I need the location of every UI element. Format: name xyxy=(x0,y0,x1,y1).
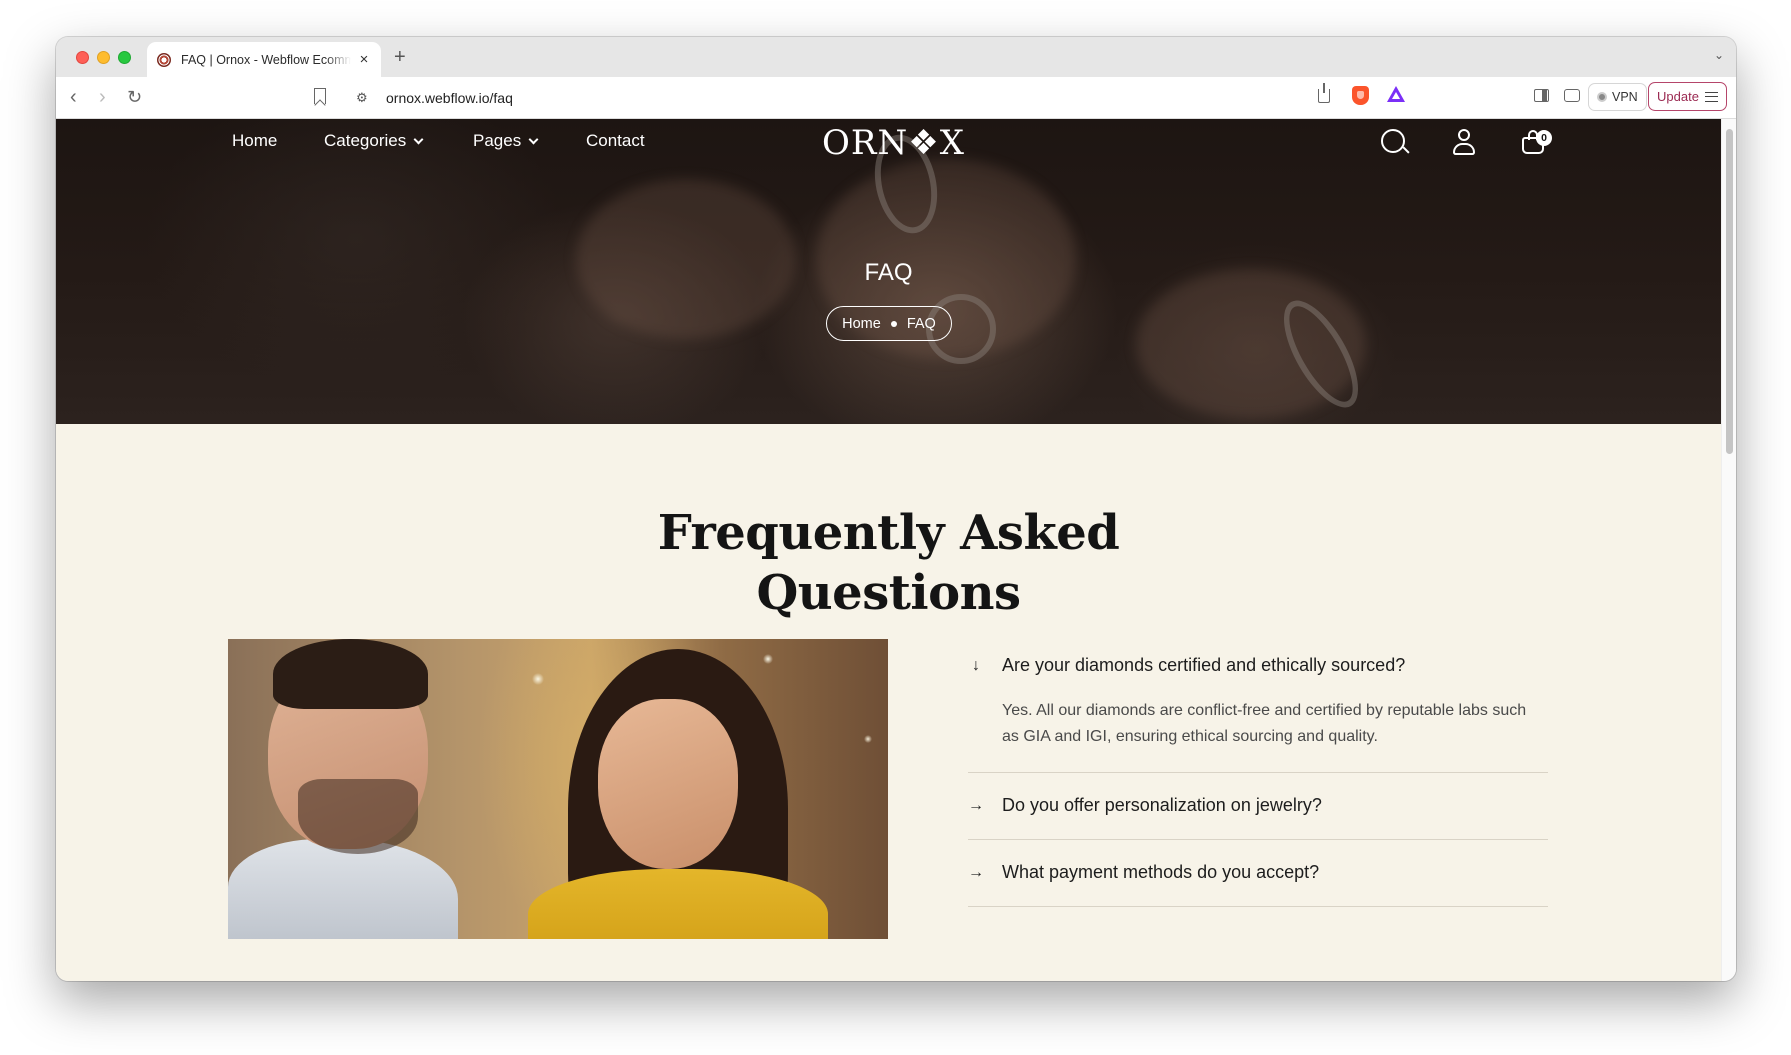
faq-item[interactable]: → Do you offer personalization on jewelr… xyxy=(968,773,1548,840)
update-label: Update xyxy=(1657,89,1699,104)
nav-contact-label: Contact xyxy=(586,131,645,150)
arrow-right-icon: → xyxy=(968,863,984,881)
tab-list-chevron-icon[interactable]: ⌄ xyxy=(1714,48,1724,62)
chevron-down-icon xyxy=(528,134,539,144)
faq-question-row[interactable]: → Do you offer personalization on jewelr… xyxy=(968,795,1548,816)
account-head-shape xyxy=(1458,129,1470,141)
faq-question: Do you offer personalization on jewelry? xyxy=(1002,795,1322,815)
chevron-down-icon xyxy=(413,134,424,144)
nav-home-label: Home xyxy=(232,131,278,150)
sidebar-toggle-icon[interactable] xyxy=(1534,89,1549,102)
site-favicon-icon xyxy=(157,52,171,67)
site-navbar: Home Categories Pages Contact ORN❖X 0 xyxy=(56,119,1721,167)
faq-couple-image xyxy=(228,639,888,939)
tab-bar: FAQ | Ornox - Webflow Ecommerce × + ⌄ xyxy=(56,37,1736,77)
tab-close-icon[interactable]: × xyxy=(357,51,371,68)
breadcrumb-separator xyxy=(890,320,897,327)
reload-button[interactable]: ↻ xyxy=(127,86,142,108)
browser-window: FAQ | Ornox - Webflow Ecommerce × + ⌄ ‹ … xyxy=(56,37,1736,981)
share-icon[interactable] xyxy=(1318,83,1330,103)
web-page: Home Categories Pages Contact ORN❖X 0 FA… xyxy=(56,119,1721,981)
account-icon[interactable] xyxy=(1452,129,1476,157)
faq-question-row[interactable]: → What payment methods do you accept? xyxy=(968,862,1548,883)
close-window-button[interactable] xyxy=(76,51,89,64)
nav-home[interactable]: Home xyxy=(232,131,277,151)
back-button[interactable]: ‹ xyxy=(70,86,77,108)
menu-icon xyxy=(1704,91,1718,102)
faq-answer: Yes. All our diamonds are conflict-free … xyxy=(1002,702,1527,745)
update-button[interactable]: Update xyxy=(1648,82,1727,111)
brave-shields-icon[interactable] xyxy=(1352,86,1369,105)
browser-toolbar: ‹ › ↻ ⚙ ornox.webflow.io/faq VPN Update xyxy=(56,77,1736,119)
minimize-window-button[interactable] xyxy=(97,51,110,64)
vpn-label: VPN xyxy=(1612,90,1638,104)
new-tab-button[interactable]: + xyxy=(394,46,406,69)
tab-title: FAQ | Ornox - Webflow Ecommerce xyxy=(181,52,351,67)
nav-categories[interactable]: Categories xyxy=(324,131,424,151)
faq-heading-line1: Frequently Asked xyxy=(657,505,1120,561)
bookmark-icon[interactable] xyxy=(314,88,326,104)
image-woman-face xyxy=(598,699,738,869)
page-scrollbar[interactable] xyxy=(1721,119,1736,981)
site-settings-icon[interactable]: ⚙ xyxy=(356,90,372,106)
site-logo[interactable]: ORN❖X xyxy=(822,123,965,163)
arrow-right-icon: → xyxy=(968,796,984,814)
image-woman-top xyxy=(528,869,828,939)
faq-heading-line2: Questions xyxy=(756,565,1021,621)
faq-heading: Frequently Asked Questions xyxy=(56,503,1721,623)
nav-pages-label: Pages xyxy=(473,131,522,150)
account-body-shape xyxy=(1453,143,1475,155)
nav-contact[interactable]: Contact xyxy=(586,131,645,151)
faq-question: What payment methods do you accept? xyxy=(1002,862,1320,882)
breadcrumb-home-link[interactable]: Home xyxy=(842,316,881,332)
vpn-status-icon xyxy=(1597,92,1607,102)
faq-list: ↓ Are your diamonds certified and ethica… xyxy=(968,655,1548,907)
image-man-hair xyxy=(273,639,428,709)
maximize-window-button[interactable] xyxy=(118,51,131,64)
search-icon[interactable] xyxy=(1381,129,1405,153)
nav-categories-label: Categories xyxy=(324,131,407,150)
url-text[interactable]: ornox.webflow.io/faq xyxy=(386,90,513,106)
page-title: FAQ xyxy=(864,259,913,286)
nav-pages[interactable]: Pages xyxy=(473,131,539,151)
vpn-button[interactable]: VPN xyxy=(1588,83,1647,111)
address-bar[interactable]: ⚙ ornox.webflow.io/faq xyxy=(346,82,1426,114)
cart-count-badge: 0 xyxy=(1536,130,1552,146)
breadcrumb: Home FAQ xyxy=(826,306,952,341)
wallet-icon[interactable] xyxy=(1564,89,1580,102)
tab-faq[interactable]: FAQ | Ornox - Webflow Ecommerce × xyxy=(147,42,381,77)
image-man-shirt xyxy=(228,839,458,939)
desktop: FAQ | Ornox - Webflow Ecommerce × + ⌄ ‹ … xyxy=(0,0,1791,1055)
faq-item[interactable]: → What payment methods do you accept? xyxy=(968,840,1548,907)
arrow-down-icon: ↓ xyxy=(972,656,980,674)
faq-question: Are your diamonds certified and ethicall… xyxy=(1002,655,1406,675)
scrollbar-thumb[interactable] xyxy=(1726,129,1733,454)
faq-item[interactable]: ↓ Are your diamonds certified and ethica… xyxy=(968,655,1548,773)
breadcrumb-current: FAQ xyxy=(906,315,936,332)
brave-rewards-icon[interactable] xyxy=(1387,86,1405,102)
image-man-beard xyxy=(298,779,418,854)
hero-banner: Home Categories Pages Contact ORN❖X 0 FA… xyxy=(56,119,1721,424)
faq-question-row[interactable]: ↓ Are your diamonds certified and ethica… xyxy=(968,655,1548,676)
forward-button[interactable]: › xyxy=(99,86,106,108)
